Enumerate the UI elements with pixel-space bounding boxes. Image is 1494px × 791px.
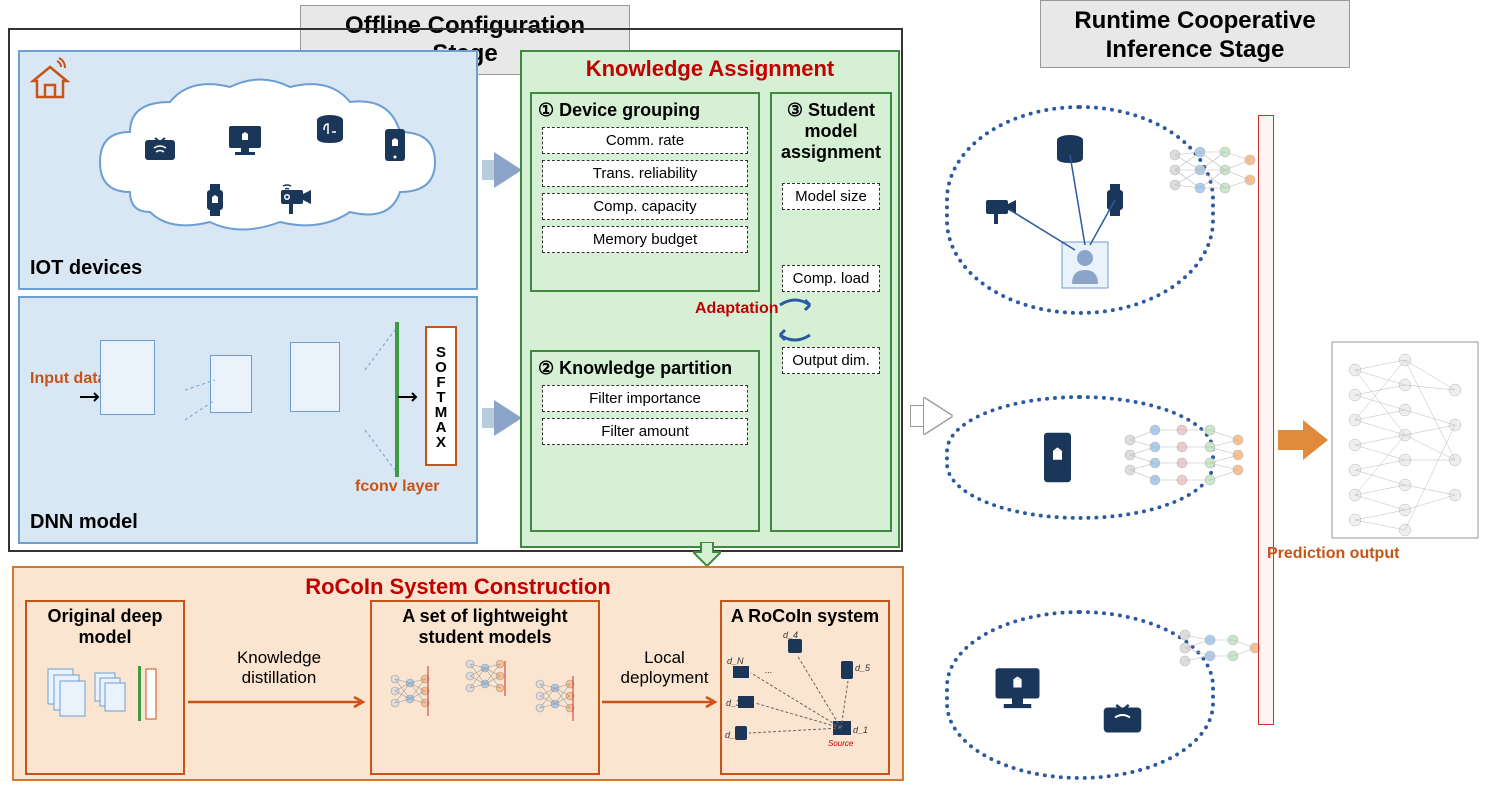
house-icon bbox=[25, 55, 75, 105]
rocoin-system-box: A RoCoIn system d_N d_4 d_5 d_3 d_2 d_1 … bbox=[720, 600, 890, 775]
box1-head: Original deep model bbox=[27, 602, 183, 651]
watch-icon bbox=[195, 180, 235, 220]
partition-item: Filter importance bbox=[542, 385, 748, 412]
box3-head: A RoCoIn system bbox=[722, 602, 888, 631]
device-grouping-title: ① Device grouping bbox=[538, 100, 752, 121]
student-nn-icon bbox=[380, 651, 590, 731]
dnn-layers-1 bbox=[100, 340, 190, 460]
fconv-text: fconv layer bbox=[355, 478, 439, 495]
phone-icon bbox=[1035, 430, 1080, 485]
svg-text:d_4: d_4 bbox=[783, 631, 798, 640]
monitor-icon bbox=[990, 660, 1045, 715]
student-item: Output dim. bbox=[782, 347, 880, 374]
grouping-item: Comp. capacity bbox=[542, 193, 748, 220]
prediction-output-label: Prediction output bbox=[1267, 545, 1399, 563]
fconv-label: fconv layer bbox=[355, 478, 439, 496]
arrow-knowledge-to-rocoin bbox=[693, 542, 721, 566]
dnn-dotted-lines bbox=[185, 320, 405, 480]
softmax-box: SOFTMAX bbox=[425, 326, 457, 466]
cluster3-nn bbox=[1175, 620, 1265, 675]
adaptation-arrows-icon bbox=[765, 290, 825, 350]
svg-text:d_1: d_1 bbox=[853, 725, 868, 735]
arrow-ld bbox=[602, 695, 720, 710]
student-model-title: ③ Student model assignment bbox=[778, 100, 884, 163]
svg-text:d_5: d_5 bbox=[855, 663, 871, 673]
camera-icon bbox=[275, 180, 315, 220]
tv-icon bbox=[140, 130, 180, 170]
phone-icon bbox=[375, 125, 415, 165]
partition-item: Filter amount bbox=[542, 418, 748, 445]
svg-text:d_N: d_N bbox=[727, 656, 744, 666]
dnn-arrow-1 bbox=[80, 390, 105, 405]
knowledge-title: Knowledge Assignment bbox=[530, 56, 890, 82]
rocoin-title: RoCoIn System Construction bbox=[14, 574, 902, 600]
input-data-label: Input data bbox=[30, 370, 106, 388]
red-output-bar bbox=[1258, 115, 1274, 725]
svg-text:Source: Source bbox=[828, 739, 854, 748]
runtime-stage-header: Runtime Cooperative Inference Stage bbox=[1040, 0, 1350, 68]
final-nn bbox=[1330, 340, 1480, 540]
device-grouping-box: ① Device grouping Comm. rate Trans. reli… bbox=[530, 92, 760, 292]
cluster2-nn bbox=[1120, 415, 1250, 495]
cluster1-lines bbox=[980, 140, 1160, 300]
original-deep-model-box: Original deep model bbox=[25, 600, 185, 775]
knowledge-partition-box: ② Knowledge partition Filter importance … bbox=[530, 350, 760, 532]
grouping-item: Comm. rate bbox=[542, 127, 748, 154]
cluster1-nn bbox=[1165, 140, 1265, 200]
monitor-icon bbox=[225, 120, 265, 160]
knowledge-partition-title: ② Knowledge partition bbox=[538, 358, 752, 379]
iot-devices-panel: IOT devices bbox=[18, 50, 478, 290]
student-models-box: A set of lightweight student models bbox=[370, 600, 600, 775]
rocoin-system-icon: d_N d_4 d_5 d_3 d_2 d_1 Source ... bbox=[723, 631, 888, 751]
svg-text:...: ... bbox=[765, 665, 773, 675]
mini-dnn-icon bbox=[40, 651, 170, 736]
svg-text:d_3: d_3 bbox=[726, 698, 741, 708]
box2-head: A set of lightweight student models bbox=[372, 602, 598, 651]
arrow-kd bbox=[188, 695, 368, 710]
big-orange-arrow bbox=[1278, 415, 1328, 465]
local-deployment-label: Local deployment bbox=[612, 648, 717, 689]
dnn-label: DNN model bbox=[30, 511, 138, 534]
grouping-item: Memory budget bbox=[542, 226, 748, 253]
tv-icon bbox=[1095, 695, 1150, 745]
grouping-item: Trans. reliability bbox=[542, 160, 748, 187]
iot-label: IOT devices bbox=[30, 257, 142, 280]
svg-text:d_2: d_2 bbox=[725, 730, 740, 740]
speaker-icon bbox=[310, 110, 350, 150]
student-item: Comp. load bbox=[782, 265, 880, 292]
student-item: Model size bbox=[782, 183, 880, 210]
knowledge-distillation-label: Knowledge distillation bbox=[204, 648, 354, 689]
